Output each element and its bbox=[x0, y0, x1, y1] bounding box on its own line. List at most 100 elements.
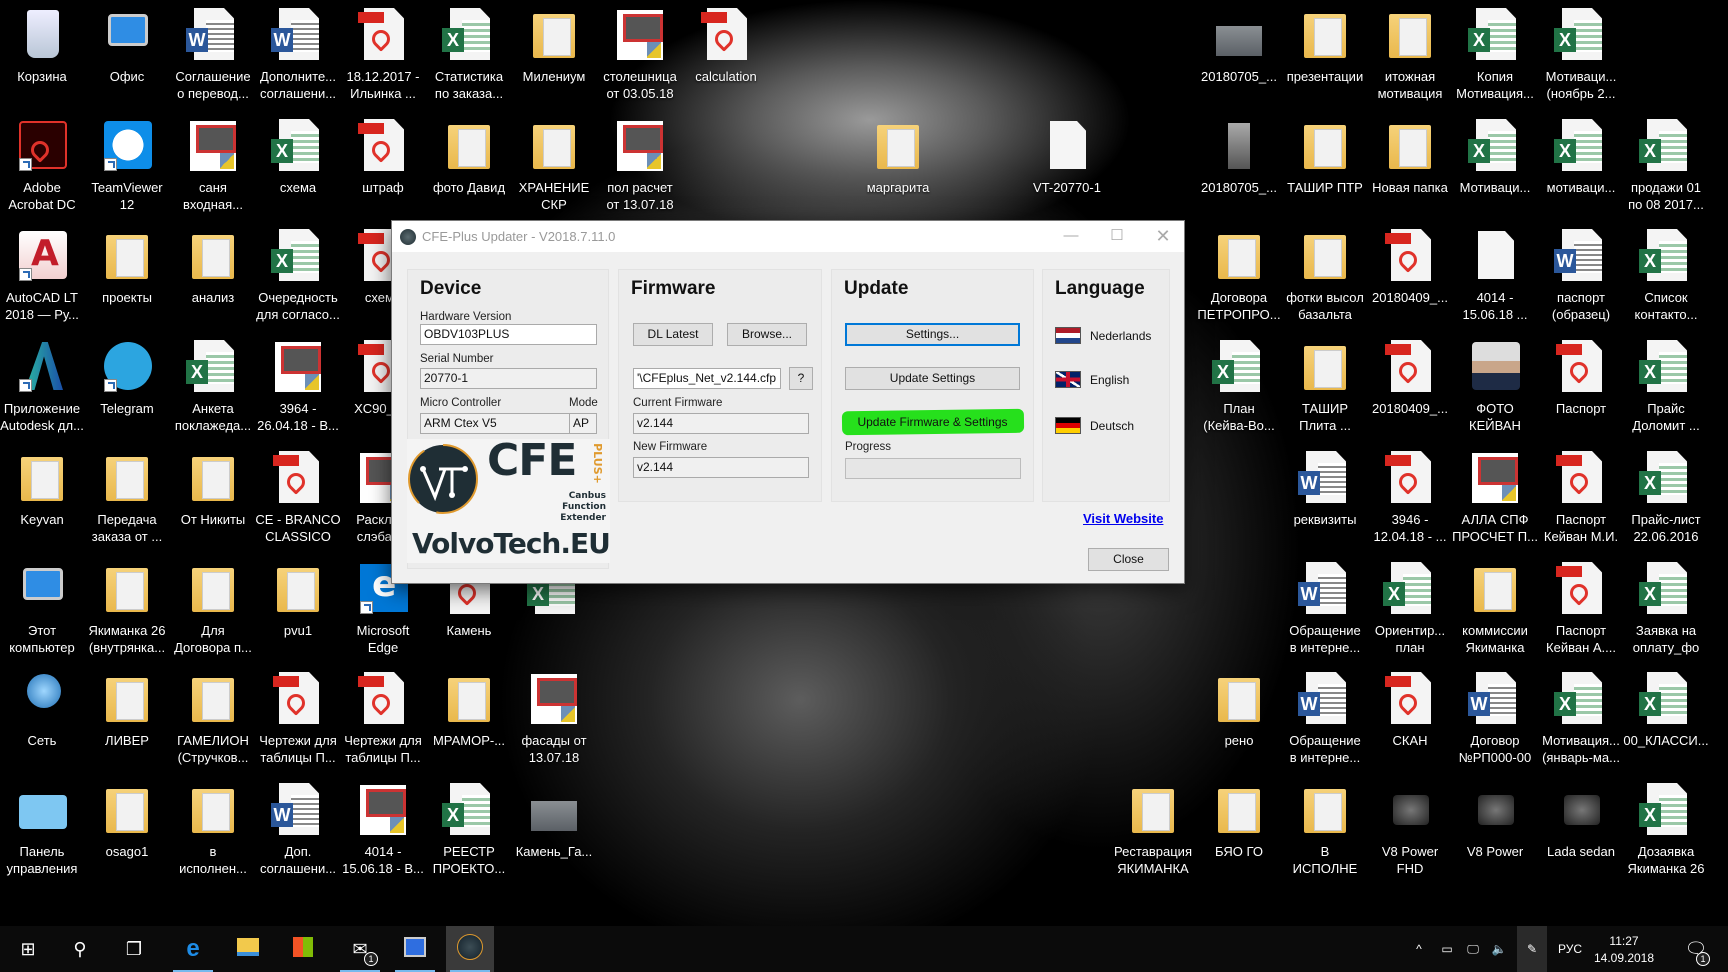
action-center-button[interactable]: 🗨 1 bbox=[1676, 926, 1716, 972]
desktop-icon[interactable]: X Заявка на оплату_фо bbox=[1623, 560, 1709, 656]
desktop-icon[interactable]: 20180705_... bbox=[1196, 117, 1282, 196]
taskbar-cfe-updater-button[interactable] bbox=[446, 926, 494, 972]
desktop-icon[interactable]: Паспорт Кейван А.... bbox=[1538, 560, 1624, 656]
title-bar[interactable]: CFE-Plus Updater - V2018.7.11.0 — ☐ ✕ bbox=[392, 221, 1184, 252]
desktop-icon[interactable]: От Никиты bbox=[170, 449, 256, 528]
network-icon[interactable]: 🖵 bbox=[1463, 926, 1483, 972]
desktop-icon[interactable]: пол расчет от 13.07.18 bbox=[597, 117, 683, 213]
desktop-icon[interactable]: pvu1 bbox=[255, 560, 341, 639]
desktop-icon[interactable]: Приложение Autodesk дл... bbox=[0, 338, 85, 434]
volume-icon[interactable]: 🔈 bbox=[1489, 926, 1509, 972]
desktop-icon[interactable]: МРАМОР-... bbox=[426, 670, 512, 749]
desktop-icon[interactable]: Сеть bbox=[0, 670, 85, 749]
desktop-icon[interactable]: W Дополните... соглашени... bbox=[255, 6, 341, 102]
desktop-icon[interactable]: ТАШИР Плита ... bbox=[1282, 338, 1368, 434]
hardware-version-field[interactable]: OBDV103PLUS bbox=[420, 324, 597, 345]
update-settings-button[interactable]: Update Settings bbox=[845, 367, 1020, 390]
mode-field[interactable]: AP bbox=[569, 413, 597, 434]
desktop-icon[interactable]: ЛИВЕР bbox=[84, 670, 170, 749]
desktop-icon[interactable]: 3964 - 26.04.18 - В... bbox=[255, 338, 341, 434]
serial-number-field[interactable]: 20770-1 bbox=[420, 368, 597, 389]
desktop-icon[interactable]: саня входная... bbox=[170, 117, 256, 213]
close-button[interactable]: Close bbox=[1088, 548, 1169, 571]
desktop-icon[interactable]: Чертежи для таблицы П... bbox=[255, 670, 341, 766]
desktop-icon[interactable]: Xмотиваци... bbox=[1538, 117, 1624, 196]
desktop-icon[interactable]: Xпродажи 01 по 08 2017... bbox=[1623, 117, 1709, 213]
minimize-button[interactable]: — bbox=[1048, 221, 1094, 252]
desktop-icon[interactable]: Договора ПЕТРОПРО... bbox=[1196, 227, 1282, 323]
dl-latest-button[interactable]: DL Latest bbox=[633, 323, 713, 346]
desktop-icon[interactable]: фасады от 13.07.18 bbox=[511, 670, 597, 766]
taskbar-office-button[interactable] bbox=[391, 926, 439, 972]
desktop-icon[interactable]: Милениум bbox=[511, 6, 597, 85]
desktop-icon[interactable]: Adobe Acrobat DC bbox=[0, 117, 85, 213]
desktop-icon[interactable]: 4014 - 15.06.18 ... bbox=[1452, 227, 1538, 323]
desktop-icon[interactable]: Этот компьютер bbox=[0, 560, 85, 656]
desktop-icon[interactable]: Реставрация ЯКИМАНКА bbox=[1110, 781, 1196, 877]
maximize-button[interactable]: ☐ bbox=[1094, 221, 1140, 252]
desktop-icon[interactable]: calculation bbox=[683, 6, 769, 85]
desktop-icon[interactable]: X Мотиваци... bbox=[1452, 117, 1538, 196]
new-firmware-field[interactable]: v2.144 bbox=[633, 457, 809, 478]
desktop-icon[interactable]: X 00_КЛАССИ... bbox=[1623, 670, 1709, 749]
desktop-icon[interactable]: фотки высол базальта bbox=[1282, 227, 1368, 323]
desktop-icon[interactable]: X Анкета поклажеда... bbox=[170, 338, 256, 434]
desktop-icon[interactable]: Для Договора п... bbox=[170, 560, 256, 656]
desktop-icon[interactable]: W Доп. соглашени... bbox=[255, 781, 341, 877]
desktop-icon[interactable]: 4014 - 15.06.18 - В... bbox=[340, 781, 426, 877]
desktop-icon[interactable]: фото Давид bbox=[426, 117, 512, 196]
desktop-icon[interactable]: 20180409_... bbox=[1367, 338, 1453, 417]
desktop-icon[interactable]: W Обращение в интерне... bbox=[1282, 670, 1368, 766]
update-firmware-settings-button[interactable]: Update Firmware & Settings bbox=[845, 411, 1020, 434]
desktop-icon[interactable]: TeamViewer 12 bbox=[84, 117, 170, 213]
desktop-icon[interactable]: ТАШИР ПТР bbox=[1282, 117, 1368, 196]
desktop-icon[interactable]: Wреквизиты bbox=[1282, 449, 1368, 528]
desktop-icon[interactable]: Офис bbox=[84, 6, 170, 85]
tray-overflow-chevron-icon[interactable]: ^ bbox=[1409, 926, 1429, 972]
desktop-icon[interactable]: V8 Power bbox=[1452, 781, 1538, 860]
firmware-file-field[interactable]: '\CFEplus_Net_v2.144.cfp bbox=[633, 368, 781, 389]
close-window-button[interactable]: ✕ bbox=[1140, 221, 1186, 252]
desktop-icon[interactable]: X Статистика по заказа... bbox=[426, 6, 512, 102]
desktop-icon[interactable]: маргарита bbox=[855, 117, 941, 196]
desktop-icon[interactable]: СКАН bbox=[1367, 670, 1453, 749]
browse-button[interactable]: Browse... bbox=[727, 323, 807, 346]
desktop-icon[interactable]: рено bbox=[1196, 670, 1282, 749]
desktop-icon[interactable]: анализ bbox=[170, 227, 256, 306]
desktop-icon[interactable]: 18.12.2017 - Ильинка ... bbox=[340, 6, 426, 102]
desktop-icon[interactable]: X Список контакто... bbox=[1623, 227, 1709, 323]
desktop-icon[interactable]: 3946 - 12.04.18 - ... bbox=[1367, 449, 1453, 545]
battery-icon[interactable]: ▭ bbox=[1437, 926, 1457, 972]
micro-controller-field[interactable]: ARM Ctex V5 bbox=[420, 413, 570, 434]
desktop-icon[interactable]: Telegram bbox=[84, 338, 170, 417]
desktop-icon[interactable]: Панель управления bbox=[0, 781, 85, 877]
desktop-icon[interactable]: osago1 bbox=[84, 781, 170, 860]
desktop-icon[interactable]: X План (Кейва-Во... bbox=[1196, 338, 1282, 434]
desktop-icon[interactable]: Wпаспорт (образец) bbox=[1538, 227, 1624, 323]
taskbar-search-button[interactable]: ⚲ bbox=[56, 926, 104, 972]
desktop-icon[interactable]: штраф bbox=[340, 117, 426, 196]
taskbar-task-view-button[interactable]: ❐ bbox=[110, 926, 158, 972]
desktop-icon[interactable]: ФОТО КЕЙВАН bbox=[1452, 338, 1538, 434]
visit-website-link[interactable]: Visit Website bbox=[1083, 511, 1163, 526]
desktop-icon[interactable]: Камень_Га... bbox=[511, 781, 597, 860]
desktop-icon[interactable]: V8 Power FHD bbox=[1367, 781, 1453, 877]
desktop-icon[interactable]: Xсхема bbox=[255, 117, 341, 196]
taskbar-mail-button[interactable]: ✉ 1 bbox=[336, 926, 384, 972]
desktop-icon[interactable]: Передача заказа от ... bbox=[84, 449, 170, 545]
desktop-icon[interactable]: X Прайс Доломит ... bbox=[1623, 338, 1709, 434]
desktop-icon[interactable]: X Копия Мотивация... bbox=[1452, 6, 1538, 102]
desktop-icon[interactable]: Корзина bbox=[0, 6, 85, 85]
settings-button[interactable]: Settings... bbox=[845, 323, 1020, 346]
current-firmware-field[interactable]: v2.144 bbox=[633, 413, 809, 434]
desktop-icon[interactable]: столешница от 03.05.18 bbox=[597, 6, 683, 102]
desktop-icon[interactable]: W Обращение в интерне... bbox=[1282, 560, 1368, 656]
desktop-icon[interactable]: проекты bbox=[84, 227, 170, 306]
desktop-icon[interactable]: БЯО ГО bbox=[1196, 781, 1282, 860]
desktop-icon[interactable]: W Соглашение о перевод... bbox=[170, 6, 256, 102]
desktop-icon[interactable]: коммиссии Якиманка bbox=[1452, 560, 1538, 656]
desktop-icon[interactable]: X Дозаявка Якиманка 26 bbox=[1623, 781, 1709, 877]
desktop-icon[interactable]: 20180409_... bbox=[1367, 227, 1453, 306]
desktop-icon[interactable]: VT-20770-1 bbox=[1024, 117, 1110, 196]
desktop-icon[interactable]: ГАМЕЛИОН (Стручков... bbox=[170, 670, 256, 766]
